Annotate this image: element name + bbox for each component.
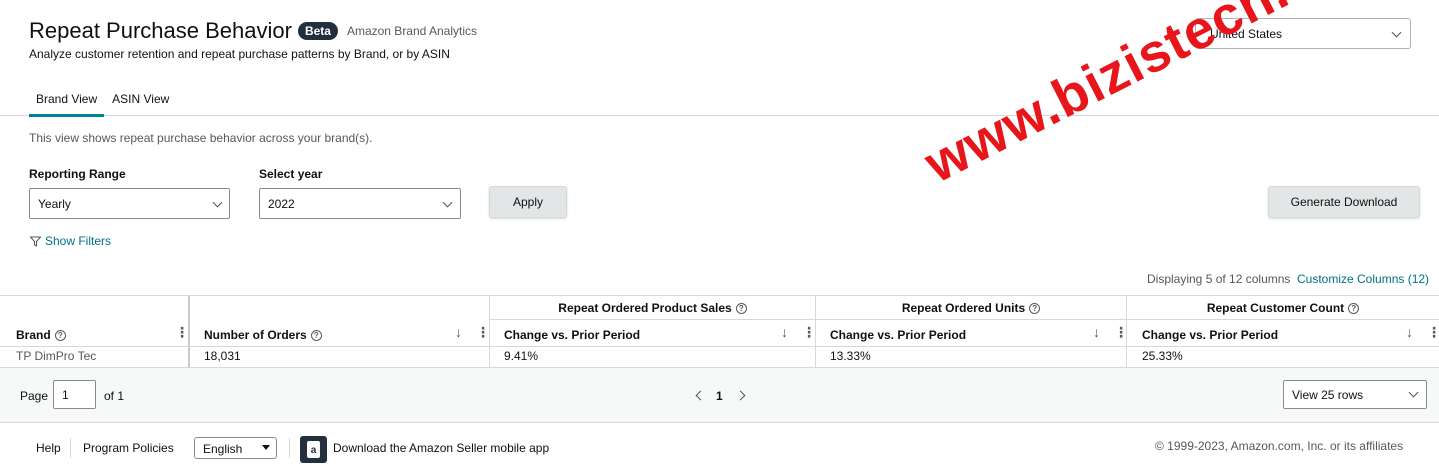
year-select[interactable]: 2022 [259,188,461,219]
reporting-range-select[interactable]: Yearly [29,188,230,219]
column-header-units-change[interactable]: Change vs. Prior Period [830,328,966,342]
group-header-repeat-sales: Repeat Ordered Product Sales? [490,296,815,320]
marketplace-value: United States [1210,27,1283,41]
group-header-repeat-customers: Repeat Customer Count? [1127,296,1439,320]
data-table: Repeat Ordered Product Sales? Repeat Ord… [0,295,1439,368]
program-policies-link[interactable]: Program Policies [83,441,174,455]
help-icon[interactable]: ? [735,303,747,315]
brand-cell: TP DimPro Tec [16,349,97,363]
show-filters-label: Show Filters [45,234,112,248]
footer-divider [70,438,71,458]
sort-arrow-icon[interactable]: ↓ [1406,324,1413,340]
column-header-brand[interactable]: Brand? [16,328,66,342]
columns-count-text: Displaying 5 of 12 columns [1147,272,1291,286]
tab-brand-view[interactable]: Brand View [29,91,105,117]
page-label: Page [20,389,49,403]
rows-per-page-select[interactable]: View 25 rows [1283,380,1427,409]
help-icon[interactable]: ? [1348,303,1360,315]
copyright-text: © 1999-2023, Amazon.com, Inc. or its aff… [1155,439,1404,453]
view-description: This view shows repeat purchase behavior… [29,131,373,145]
chevron-left-icon[interactable] [695,390,706,401]
group-header-repeat-units: Repeat Ordered Units? [816,296,1126,320]
group-header-label: Repeat Customer Count [1206,301,1345,315]
column-menu-icon[interactable]: ⋮ [175,324,189,341]
show-filters-link[interactable]: Show Filters [30,234,111,248]
amazon-app-icon: a [300,436,327,463]
tab-asin-view[interactable]: ASIN View [105,91,176,117]
current-page[interactable]: 1 [716,389,723,403]
language-select[interactable]: English [194,437,277,459]
column-header-label: Brand [16,328,51,342]
sort-arrow-icon[interactable]: ↓ [781,324,788,340]
beta-badge: Beta [297,22,338,40]
page-number-input[interactable]: 1 [53,380,96,409]
page-subtitle: Analyze customer retention and repeat pu… [29,47,450,61]
column-menu-icon[interactable]: ⋮ [1114,324,1128,341]
column-header-orders[interactable]: Number of Orders? [204,328,322,342]
column-header-sales-change[interactable]: Change vs. Prior Period [504,328,640,342]
svg-text:a: a [311,445,317,456]
title-row: Repeat Purchase Behavior Beta Amazon Bra… [29,18,477,44]
help-link[interactable]: Help [36,441,61,455]
column-header-label: Number of Orders [204,328,307,342]
header-divider [0,346,1439,347]
reporting-range-label: Reporting Range [29,167,126,181]
brand-analytics-label: Amazon Brand Analytics [346,24,478,38]
seller-app-link[interactable]: Download the Amazon Seller mobile app [333,441,549,455]
generate-download-button[interactable]: Generate Download [1268,186,1420,218]
column-menu-icon[interactable]: ⋮ [802,324,816,341]
select-year-label: Select year [259,167,323,181]
group-header-label: Repeat Ordered Product Sales [558,301,732,315]
units-change-cell: 13.33% [830,349,871,363]
apply-button[interactable]: Apply [489,186,567,218]
filter-icon [30,236,41,247]
page-header: Repeat Purchase Behavior Beta Amazon Bra… [0,0,1439,117]
page-title: Repeat Purchase Behavior [29,18,292,43]
year-value: 2022 [268,197,295,211]
language-value: English [203,442,243,456]
orders-cell: 18,031 [204,349,241,363]
chevron-down-icon [212,197,223,208]
sort-arrow-icon[interactable]: ↓ [1093,324,1100,340]
chevron-right-icon[interactable] [735,390,746,401]
group-header-label: Repeat Ordered Units [901,301,1026,315]
column-menu-icon[interactable]: ⋮ [476,324,490,341]
help-icon[interactable]: ? [54,330,66,342]
pagination-bar: Page 1 of 1 1 View 25 rows [0,368,1439,423]
customers-change-cell: 25.33% [1142,349,1183,363]
rows-per-page-value: View 25 rows [1292,388,1364,402]
column-header-customers-change[interactable]: Change vs. Prior Period [1142,328,1278,342]
caret-down-icon [262,445,270,450]
reporting-range-value: Yearly [38,197,71,211]
chevron-down-icon [1391,27,1402,38]
view-tabs: Brand View ASIN View [29,91,177,117]
page-of-label: of 1 [104,389,125,403]
chevron-down-icon [442,197,453,208]
customize-columns-link[interactable]: Customize Columns (12) [1297,272,1429,286]
marketplace-select[interactable]: United States [1195,18,1411,49]
chevron-down-icon [1408,387,1419,398]
footer-divider [289,438,290,458]
sales-change-cell: 9.41% [504,349,539,363]
column-menu-icon[interactable]: ⋮ [1427,324,1439,341]
amazon-logo-icon: a [307,441,320,458]
sort-arrow-icon[interactable]: ↓ [455,324,462,340]
help-icon[interactable]: ? [1029,303,1041,315]
help-icon[interactable]: ? [310,330,322,342]
